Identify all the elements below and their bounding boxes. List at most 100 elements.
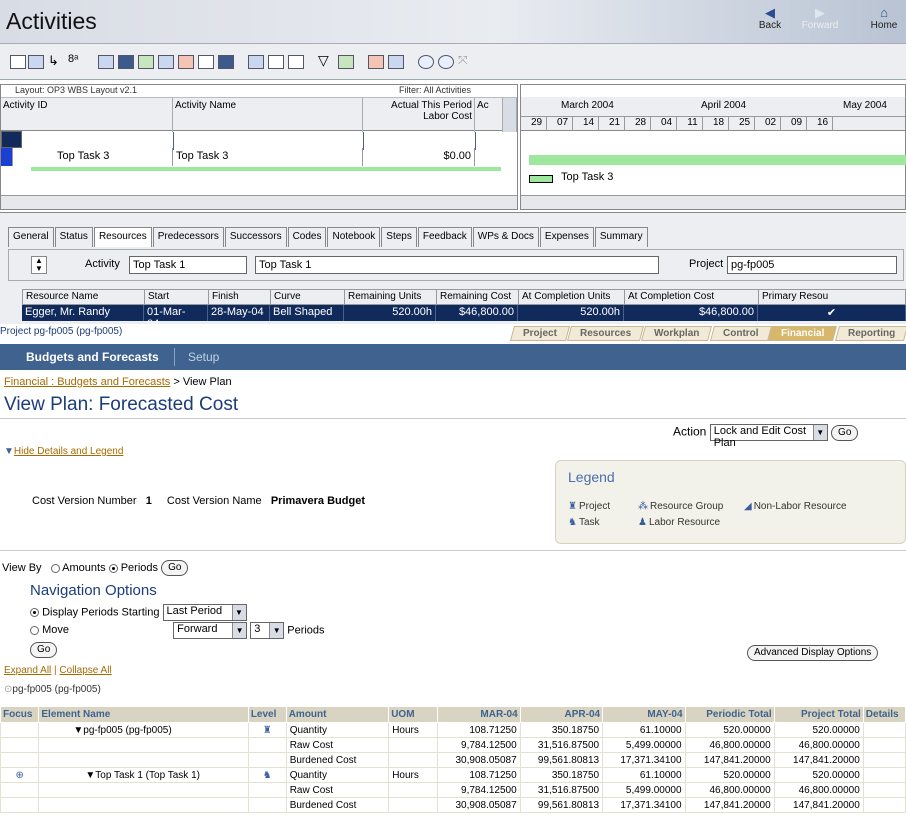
col-activity-id[interactable]: Activity ID	[1, 98, 173, 132]
tab-codes[interactable]: Codes	[287, 227, 327, 247]
layout-icon[interactable]	[10, 55, 26, 69]
advanced-display-button[interactable]: Advanced Display Options	[747, 645, 879, 661]
tab-workplan[interactable]: Workplan	[641, 326, 713, 341]
resource-col-header[interactable]: Curve	[271, 290, 345, 306]
resource-row[interactable]: Egger, Mr. Randy01-Mar-04...28-May-04 ..…	[22, 305, 906, 330]
resource-col-header[interactable]: Remaining Units	[345, 290, 437, 306]
subnav-budgets[interactable]: Budgets and Forecasts	[26, 350, 159, 364]
element-name-cell[interactable]: ▼Top Task 1 (Top Task 1)	[38, 767, 249, 783]
display-periods-radio[interactable]	[30, 608, 39, 617]
tab-wps-docs[interactable]: WPs & Docs	[472, 227, 539, 247]
tab-expenses[interactable]: Expenses	[539, 227, 594, 247]
activity-id-field[interactable]: Top Task 1	[129, 256, 247, 274]
resource-col-header[interactable]: At Completion Units	[519, 290, 625, 306]
columns-icon[interactable]	[98, 55, 114, 69]
tab-project[interactable]: Project	[510, 326, 571, 341]
hide-details-text[interactable]: Hide Details and Legend	[14, 446, 124, 457]
collapse-all-link[interactable]: Collapse All	[59, 665, 111, 676]
project-link[interactable]: Project pg-fp005 (pg-fp005)	[0, 326, 122, 337]
tab-general[interactable]: General	[8, 227, 54, 247]
level-icon[interactable]	[388, 55, 404, 69]
notebook-icon[interactable]	[268, 55, 284, 69]
table-cell: ♞	[247, 767, 287, 783]
tab-predecessors[interactable]: Predecessors	[152, 227, 224, 247]
zoom-out-icon[interactable]	[438, 55, 454, 69]
move-count-select[interactable]: 3 ▼	[250, 622, 285, 639]
tab-reporting[interactable]: Reporting	[834, 326, 906, 341]
resource-col-header[interactable]: Start	[145, 290, 209, 306]
table-row[interactable]: Top Task 1 Top Task 1 $0.00	[1, 131, 476, 150]
display-periods-select[interactable]: Last Period ▼	[162, 604, 247, 621]
chart-icon[interactable]	[138, 55, 154, 69]
grid-green-icon[interactable]	[338, 55, 354, 69]
divider	[0, 418, 906, 419]
forward-button[interactable]: ▶ Forward	[798, 6, 842, 32]
gantt-bar-task3[interactable]	[529, 175, 553, 183]
table-row[interactable]: Top Task 3 Top Task 3 $0.00	[1, 148, 517, 166]
resource-col-header[interactable]: Resource Name	[23, 290, 145, 306]
focus-icon[interactable]: ⊕	[15, 770, 23, 781]
table-cell	[388, 752, 439, 768]
col-ac[interactable]: Ac	[475, 98, 503, 132]
tab-feedback[interactable]: Feedback	[417, 227, 472, 247]
tab-steps[interactable]: Steps	[381, 227, 417, 247]
view-by-go-button[interactable]: Go	[161, 560, 189, 576]
move-radio[interactable]	[30, 626, 39, 635]
list-icon[interactable]	[288, 55, 304, 69]
flag-icon[interactable]	[248, 55, 264, 69]
move-direction-select[interactable]: Forward ▼	[173, 622, 248, 639]
tab-label: Reporting	[847, 328, 895, 339]
gantt-bar-task1[interactable]	[529, 155, 906, 165]
tab-summary[interactable]: Summary	[594, 227, 648, 247]
zoom-fit-icon[interactable]: ⤧	[458, 53, 474, 67]
tab-resources[interactable]: Resources	[567, 326, 645, 341]
expand-all-link[interactable]: Expand All	[4, 665, 51, 676]
bars-icon[interactable]	[118, 55, 134, 69]
filter-label[interactable]: Filter: All Activities	[399, 85, 471, 95]
updown-icon[interactable]: ▲ ▼	[31, 256, 47, 274]
resource-col-header[interactable]: Remaining Cost	[437, 290, 519, 306]
activity-name-field[interactable]: Top Task 1	[255, 256, 659, 274]
root-node-label[interactable]: pg-fp005 (pg-fp005)	[12, 684, 100, 695]
hide-details-link[interactable]: ▼Hide Details and Legend	[4, 446, 123, 457]
tab-notebook[interactable]: Notebook	[327, 227, 381, 247]
resource-icon[interactable]	[178, 55, 194, 69]
tab-label: Project	[523, 328, 558, 339]
periods-radio[interactable]	[108, 563, 118, 573]
table-cell: 30,908.05087	[437, 752, 521, 768]
tab-control[interactable]: Control	[709, 326, 772, 341]
schedule-icon[interactable]	[368, 55, 384, 69]
amounts-label: Amounts	[62, 561, 106, 574]
resource-col-header[interactable]: At Completion Cost	[625, 290, 759, 306]
spreadsheet-icon[interactable]	[198, 55, 214, 69]
gantt-hscroll[interactable]	[521, 195, 905, 209]
action-go-button[interactable]: Go	[831, 424, 859, 441]
amounts-radio[interactable]	[50, 563, 60, 573]
col-labor-cost[interactable]: Actual This Period Labor Cost	[363, 98, 475, 132]
indent-icon[interactable]: ↳	[48, 53, 64, 68]
subnav-setup[interactable]: Setup	[188, 350, 219, 364]
layout-label[interactable]: Layout: OP3 WBS Layout v2.1	[15, 85, 137, 95]
resource-col-header[interactable]: Primary Resou	[759, 290, 906, 306]
tab-successors[interactable]: Successors	[224, 227, 287, 247]
col-activity-name[interactable]: Activity Name	[173, 98, 363, 132]
filter-icon[interactable]: ▽	[318, 52, 334, 68]
back-button[interactable]: ◀ Back	[748, 6, 792, 32]
zoom-in-icon[interactable]	[418, 55, 434, 69]
project-field[interactable]: pg-fp005	[727, 256, 897, 274]
profile-icon[interactable]	[158, 55, 174, 69]
home-button[interactable]: ⌂ Home	[862, 6, 906, 32]
table-icon[interactable]	[28, 55, 44, 69]
group-icon[interactable]: 8ᵃ	[68, 53, 84, 67]
grid-vscroll[interactable]	[503, 98, 517, 132]
resource-col-header[interactable]: Finish	[209, 290, 271, 306]
tab-resources[interactable]: Resources	[93, 227, 152, 247]
breadcrumb-link[interactable]: Financial : Budgets and Forecasts	[4, 376, 170, 388]
nav-go-button[interactable]: Go	[30, 642, 58, 658]
action-select[interactable]: Lock and Edit Cost Plan ▼	[709, 424, 828, 449]
tab-status[interactable]: Status	[54, 227, 93, 247]
tab-financial[interactable]: Financial	[768, 326, 838, 341]
grid-hscroll[interactable]	[1, 195, 517, 209]
print-icon[interactable]	[218, 55, 234, 69]
element-name-cell[interactable]: ▼pg-fp005 (pg-fp005)	[38, 722, 249, 738]
